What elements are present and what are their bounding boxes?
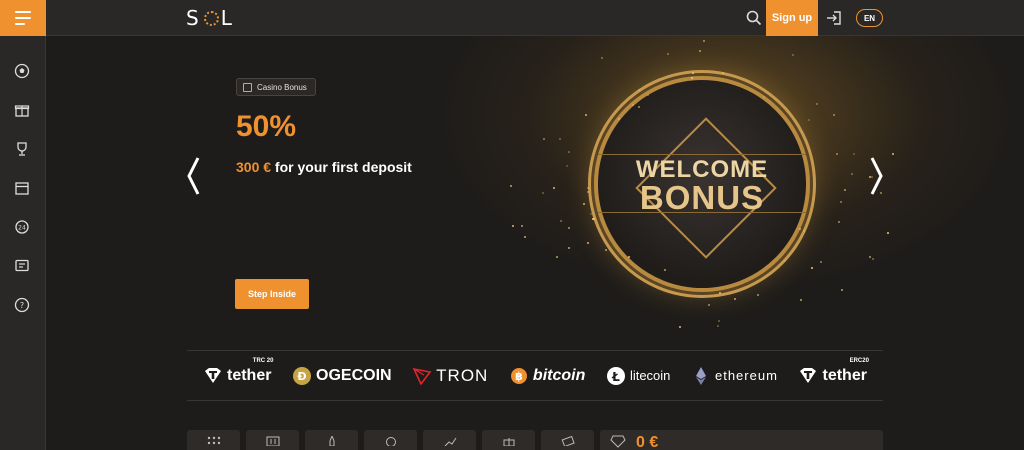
crypto-litecoin: Ł litecoin (606, 366, 670, 386)
search-icon[interactable] (745, 9, 763, 27)
logo-text: S (186, 6, 202, 30)
tether-icon (800, 367, 817, 383)
grid-icon (207, 436, 220, 445)
chevron-left-icon[interactable] (186, 156, 200, 196)
crypto-tether-trc20: tether TRC 20 (203, 358, 273, 386)
menu-icon (15, 11, 31, 13)
crypto-strip: tether TRC 20 Ð OGECOIN TRON ฿ bitcoin Ł… (187, 350, 883, 401)
badge-label: Casino Bonus (257, 82, 307, 92)
tether-icon (205, 367, 221, 383)
sidebar: 24 ? (0, 36, 46, 450)
svg-text:Ð: Ð (297, 370, 306, 383)
category-bonus[interactable] (482, 430, 535, 450)
signup-button[interactable]: Sign up (766, 0, 818, 36)
deposit-text: 300 € for your first deposit (236, 159, 412, 175)
language-button[interactable]: EN (856, 9, 883, 27)
category-tickets[interactable] (541, 430, 594, 450)
crypto-tether-erc20: tether ERC20 (798, 358, 869, 386)
litecoin-icon: Ł (606, 366, 625, 385)
help-icon[interactable]: ? (14, 297, 30, 313)
chart-icon (444, 437, 456, 446)
casino-bonus-badge: Casino Bonus (236, 78, 316, 96)
ticket-icon (561, 436, 575, 446)
rocket-icon (329, 436, 334, 446)
svg-text:24: 24 (18, 225, 26, 232)
crypto-dogecoin: Ð OGECOIN (292, 366, 392, 386)
balance-panel[interactable]: 0 € (600, 430, 883, 450)
category-slots[interactable] (246, 430, 299, 450)
soccer-ball-icon[interactable] (14, 63, 30, 79)
category-bar: 0 € (187, 430, 883, 450)
crypto-tron: TRON (412, 366, 488, 386)
category-sports[interactable] (364, 430, 417, 450)
balance-value: 0 € (636, 434, 659, 450)
bonus-percent: 50% (236, 110, 297, 143)
deposit-label: for your first deposit (271, 159, 412, 175)
menu-button[interactable] (0, 0, 46, 36)
dogecoin-icon: Ð (293, 366, 312, 385)
svg-text:?: ? (20, 301, 24, 310)
soccer-ball-icon (385, 437, 396, 446)
gift-icon[interactable] (14, 102, 30, 118)
ethereum-icon (695, 366, 706, 385)
category-rocket[interactable] (305, 430, 358, 450)
crypto-bitcoin: ฿ bitcoin (509, 366, 585, 386)
sun-icon (203, 10, 219, 26)
logo[interactable]: SL (186, 6, 235, 30)
step-inside-button[interactable]: Step Inside (235, 279, 309, 309)
svg-text:฿: ฿ (515, 370, 523, 383)
hero-banner: Casino Bonus 50% 300 € for your first de… (46, 36, 1024, 336)
login-icon[interactable] (825, 9, 843, 27)
bonus-amount: 300 € (236, 159, 272, 175)
crypto-ethereum: ethereum (691, 366, 778, 386)
tron-icon (412, 367, 432, 386)
trophy-icon[interactable] (14, 141, 30, 157)
welcome-bonus-coin: WELCOME BONUS (594, 76, 810, 292)
svg-text:Ł: Ł (611, 370, 620, 384)
slot-machine-icon (266, 436, 279, 446)
gift-icon (503, 438, 514, 446)
chat-icon[interactable] (14, 258, 30, 274)
coin-line-2: BONUS (639, 179, 765, 216)
bitcoin-icon: ฿ (510, 367, 527, 384)
category-all-games[interactable] (187, 430, 240, 450)
top-bar: SL Sign up EN (0, 0, 1024, 36)
category-stats[interactable] (423, 430, 476, 450)
24h-support-icon[interactable]: 24 (14, 219, 30, 235)
calendar-icon[interactable] (14, 180, 30, 196)
diamond-icon (610, 435, 626, 448)
gift-icon (243, 82, 252, 92)
